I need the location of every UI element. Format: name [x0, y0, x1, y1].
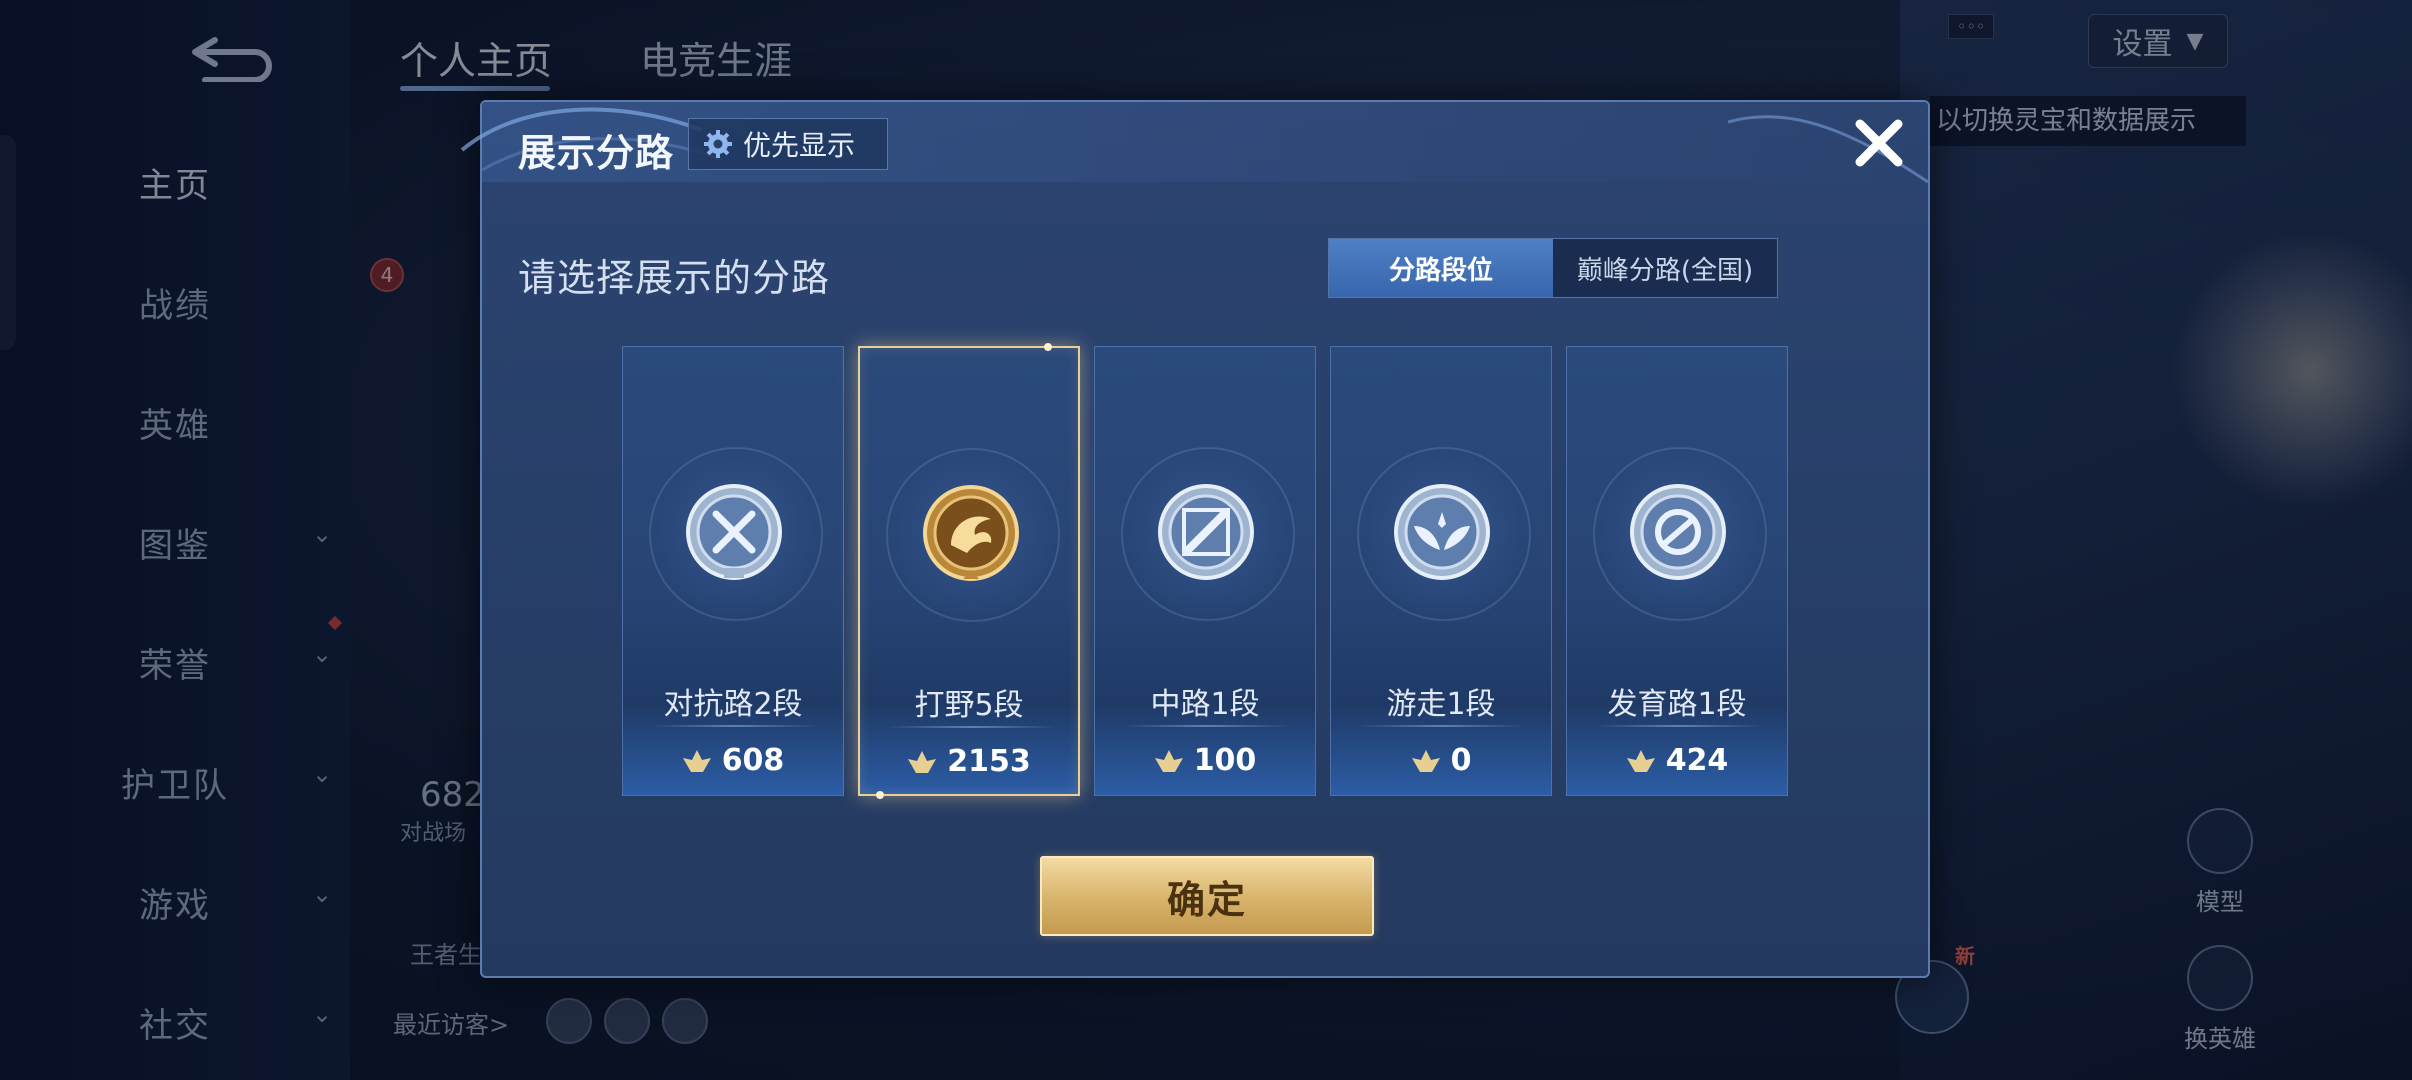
- lane-score: 2153: [860, 744, 1078, 779]
- lane-rank: 发育路1段: [1607, 687, 1747, 722]
- lane-score: 100: [1095, 743, 1315, 778]
- points-icon: [908, 750, 937, 773]
- tab-peak-lane-national[interactable]: 巅峰分路(全国): [1553, 239, 1777, 297]
- divider: [1357, 725, 1527, 727]
- lane-card-roam[interactable]: 游走1段 0: [1330, 346, 1552, 796]
- jungle-emblem-icon: [923, 485, 1019, 581]
- selection-corner-dot: [876, 791, 884, 799]
- confirm-button[interactable]: 确定: [1040, 856, 1374, 936]
- lane-display-dialog: 展示分路 优先显示 请选择展示的分路 分路段位 巅峰分路(全国) 对抗路2段 6…: [460, 100, 1930, 978]
- lane-card-list: 对抗路2段 608 打野5段 2153 中路1段 100 游走1段 0 发育路1…: [622, 343, 1794, 799]
- divider: [886, 726, 1056, 728]
- lane-rank: 打野5段: [914, 688, 1024, 723]
- close-icon: [1855, 119, 1903, 167]
- lane-rank: 中路1段: [1150, 687, 1260, 722]
- divider: [1593, 725, 1763, 727]
- lane-mode-toggle: 分路段位 巅峰分路(全国): [1328, 238, 1778, 298]
- lane-rank: 游走1段: [1386, 687, 1496, 722]
- points-icon: [1154, 749, 1183, 772]
- lane-card-clash[interactable]: 对抗路2段 608: [622, 346, 844, 796]
- points-icon: [1411, 749, 1440, 772]
- gear-icon: [704, 130, 732, 158]
- clash-lane-emblem-icon: [686, 484, 782, 580]
- priority-display-button[interactable]: 优先显示: [688, 118, 888, 170]
- mid-lane-emblem-icon: [1158, 484, 1254, 580]
- lane-score-value: 608: [721, 743, 785, 778]
- farm-lane-emblem-icon: [1630, 484, 1726, 580]
- dialog-title: 展示分路: [518, 131, 675, 175]
- close-button[interactable]: [1844, 108, 1914, 178]
- selection-corner-dot: [1044, 343, 1052, 351]
- confirm-label: 确定: [1166, 877, 1247, 922]
- divider: [1121, 725, 1291, 727]
- points-icon: [682, 749, 711, 772]
- lane-score: 424: [1567, 743, 1787, 778]
- dialog-subtitle: 请选择展示的分路: [518, 256, 831, 300]
- priority-display-label: 优先显示: [743, 129, 856, 162]
- lane-card-farm[interactable]: 发育路1段 424: [1566, 346, 1788, 796]
- divider: [649, 725, 819, 727]
- lane-card-mid[interactable]: 中路1段 100: [1094, 346, 1316, 796]
- lane-card-jungle[interactable]: 打野5段 2153: [858, 343, 1080, 799]
- lane-score-value: 100: [1193, 743, 1257, 778]
- lane-score-value: 2153: [947, 744, 1031, 779]
- tab-lane-rank[interactable]: 分路段位: [1329, 239, 1553, 297]
- roam-emblem-icon: [1394, 484, 1490, 580]
- lane-score: 608: [623, 743, 843, 778]
- lane-score-value: 0: [1450, 743, 1472, 778]
- lane-score: 0: [1331, 743, 1551, 778]
- lane-rank: 对抗路2段: [663, 687, 803, 722]
- lane-score-value: 424: [1665, 743, 1729, 778]
- points-icon: [1626, 749, 1655, 772]
